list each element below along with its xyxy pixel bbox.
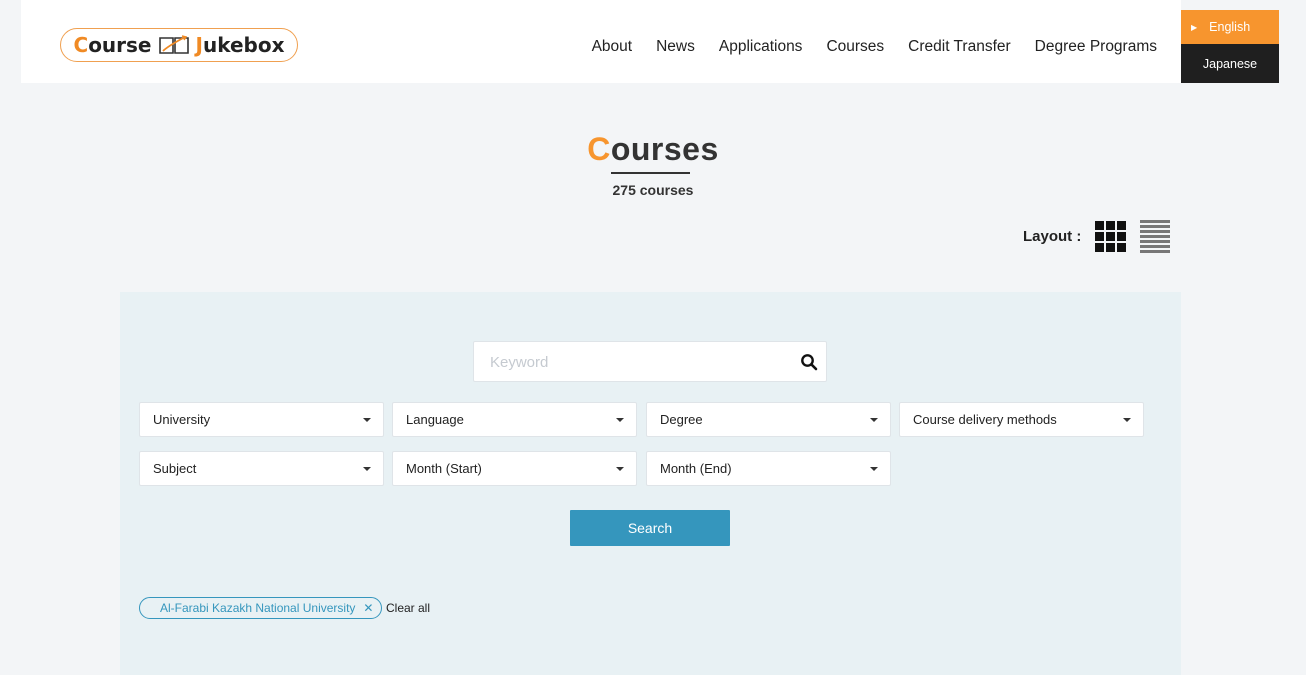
language-switcher: ▶ English Japanese (1181, 10, 1279, 83)
keyword-input[interactable] (488, 342, 792, 383)
degree-select-label: Degree (660, 412, 703, 427)
month-end-select-label: Month (End) (660, 461, 732, 476)
university-select[interactable]: University (139, 402, 384, 437)
site-header: Course Jukebox About News Applications C… (21, 0, 1181, 83)
search-icon[interactable] (800, 353, 818, 371)
lang-japanese[interactable]: Japanese (1181, 44, 1279, 83)
book-logo-icon (158, 35, 189, 54)
list-layout-icon[interactable] (1140, 219, 1171, 253)
month-end-select[interactable]: Month (End) (646, 451, 891, 486)
delivery-method-select[interactable]: Course delivery methods (899, 402, 1144, 437)
subject-select[interactable]: Subject (139, 451, 384, 486)
month-start-select-label: Month (Start) (406, 461, 482, 476)
chevron-down-icon (1123, 418, 1131, 422)
nav-credit-transfer[interactable]: Credit Transfer (908, 38, 1011, 56)
nav-about[interactable]: About (592, 38, 633, 56)
clear-all-link[interactable]: Clear all (386, 601, 430, 615)
nav-news[interactable]: News (656, 38, 695, 56)
page-title: Courses (587, 131, 719, 167)
caret-right-icon: ▶ (1191, 22, 1198, 32)
search-panel: University Language Degree Course delive… (120, 292, 1181, 675)
title-underline (611, 172, 690, 174)
university-select-label: University (153, 412, 211, 427)
chevron-down-icon (616, 467, 624, 471)
month-start-select[interactable]: Month (Start) (392, 451, 637, 486)
active-filter-chip: Al-Farabi Kazakh National University ✕ (139, 597, 383, 619)
language-select[interactable]: Language (392, 402, 637, 437)
keyword-search (473, 341, 827, 383)
chevron-down-icon (870, 467, 878, 471)
main-nav: About News Applications Courses Credit T… (592, 38, 1157, 56)
degree-select[interactable]: Degree (646, 402, 891, 437)
layout-label: Layout : (1023, 227, 1082, 245)
lang-english[interactable]: ▶ English (1181, 10, 1279, 44)
search-button[interactable]: Search (570, 510, 730, 546)
close-icon[interactable]: ✕ (363, 601, 373, 615)
nav-degree-programs[interactable]: Degree Programs (1035, 38, 1157, 56)
logo-text-course: Course (73, 33, 152, 57)
chevron-down-icon (363, 418, 371, 422)
chevron-down-icon (363, 467, 371, 471)
logo-text-jukebox: Jukebox (195, 33, 285, 57)
language-select-label: Language (406, 412, 464, 427)
course-count: 275 courses (612, 182, 694, 198)
lang-english-label: English (1209, 20, 1251, 34)
chevron-down-icon (616, 418, 624, 422)
grid-layout-icon[interactable] (1095, 220, 1127, 252)
nav-courses[interactable]: Courses (826, 38, 884, 56)
delivery-method-select-label: Course delivery methods (913, 412, 1057, 427)
chevron-down-icon (870, 418, 878, 422)
site-logo[interactable]: Course Jukebox (60, 28, 298, 62)
lang-japanese-label: Japanese (1202, 56, 1258, 71)
active-filter-label: Al-Farabi Kazakh National University (160, 601, 356, 615)
nav-applications[interactable]: Applications (719, 38, 803, 56)
subject-select-label: Subject (153, 461, 197, 476)
layout-switcher: Layout : (1023, 219, 1171, 253)
